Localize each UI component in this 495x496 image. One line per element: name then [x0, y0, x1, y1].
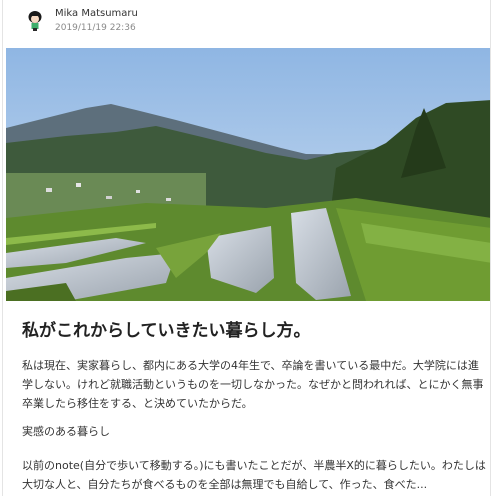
- avatar-icon: [23, 8, 47, 32]
- hero-image[interactable]: [6, 48, 490, 301]
- article-paragraph: 私は現在、実家暮らし、都内にある大学の4年生で、卒論を書いている最中だ。大学院に…: [22, 359, 484, 410]
- author-header: Mika Matsumaru 2019/11/19 22:36: [23, 6, 138, 36]
- article-paragraph: 以前のnote(自分で歩いて移動する。)にも書いたことだが、半農半X的に暮らした…: [22, 459, 486, 491]
- article-title: 私がこれからしていきたい暮らし方。: [22, 321, 311, 341]
- rice-terrace-photo: [6, 48, 490, 301]
- post-date: 2019/11/19 22:36: [55, 23, 136, 33]
- author-name[interactable]: Mika Matsumaru: [55, 8, 138, 20]
- section-heading: 実感のある暮らし: [22, 425, 110, 438]
- author-meta: Mika Matsumaru 2019/11/19 22:36: [55, 6, 138, 34]
- post-card: Mika Matsumaru 2019/11/19 22:36 私がこれからして…: [2, 0, 491, 496]
- author-avatar[interactable]: [23, 8, 47, 32]
